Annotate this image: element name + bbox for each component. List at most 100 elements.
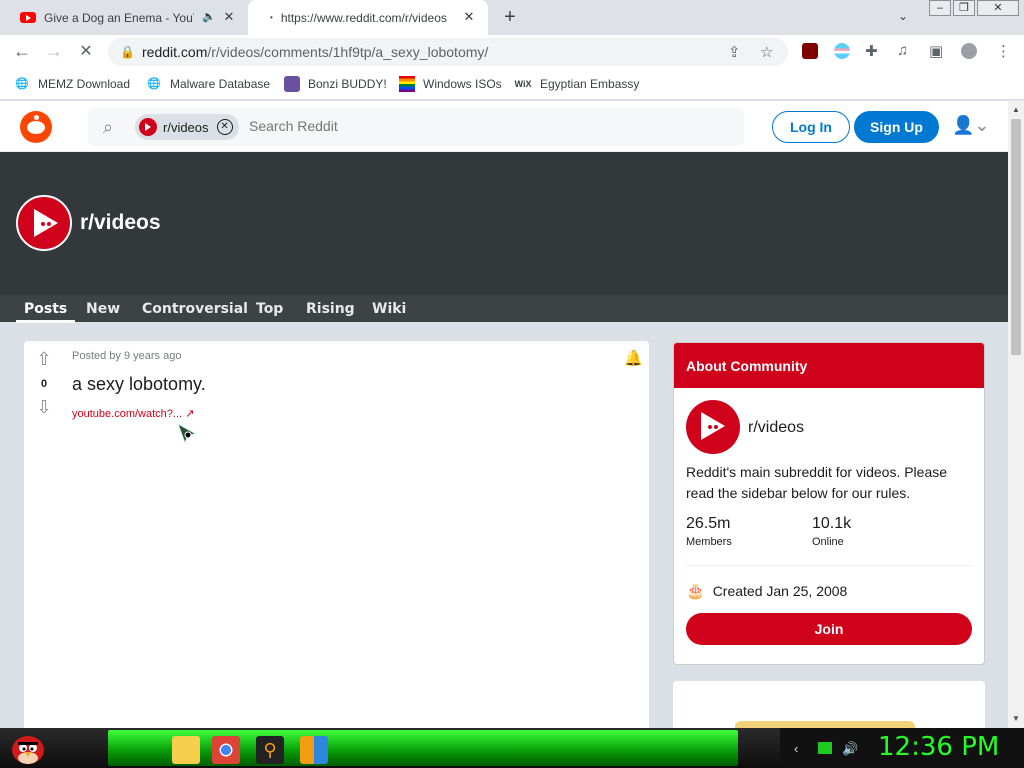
more-menu-icon[interactable]: ⋮ [996,42,1011,60]
reddit-logo-icon[interactable] [20,111,52,143]
scroll-down-icon[interactable]: ▼ [1012,714,1020,723]
sidebar-card [673,681,985,728]
ublock-icon[interactable] [802,43,818,59]
subreddit-search-chip[interactable]: r/videos ✕ [135,114,239,140]
bookmark-star-icon[interactable]: ☆ [760,43,773,61]
subreddit-banner: r/videos [0,152,1008,295]
taskbar: ⚲ ‹ 🔊 12:36 PM [0,728,1024,768]
divider [686,565,972,566]
taskbar-clock[interactable]: 12:36 PM [878,732,999,762]
members-label: Members [686,536,732,548]
online-label: Online [812,536,844,548]
bookmark-label: Malware Database [170,77,271,91]
back-arrow-icon[interactable]: ← [11,41,33,62]
card-image [735,721,915,728]
tab-new[interactable]: New [86,301,120,317]
online-count: 10.1k [812,515,852,532]
about-community-card: About Community r/videos Reddit's main s… [673,342,985,665]
bookmark-label: Windows ISOs [423,77,502,91]
scrollbar-thumb[interactable] [1011,119,1021,355]
chip-label: r/videos [163,119,209,135]
post-link[interactable]: youtube.com/watch?... ↗ [72,407,194,420]
tab-title: https://www.reddit.com/r/videos [280,10,447,25]
stop-loading-icon[interactable]: ✕ [75,41,97,61]
video-play-icon [34,209,58,237]
minimize-button[interactable]: – [929,0,951,16]
close-tab-icon[interactable]: ✕ [462,10,476,24]
speaker-icon[interactable]: 🔈 [202,10,216,23]
browser-toolbar: ← → ✕ 🔒 reddit.com/r/videos/comments/1hf… [0,35,1024,69]
bookmark-label: Egyptian Embassy [540,77,640,91]
tab-top[interactable]: Top [256,301,283,317]
media-control-icon[interactable]: ♫ [897,42,908,59]
tab-search-chevron-icon[interactable]: ⌄ [898,9,908,23]
tab-controversial[interactable]: Controversial [142,301,248,317]
page-scrollbar[interactable]: ▲ ▼ [1008,101,1024,728]
community-description: Reddit's main subreddit for videos. Plea… [686,464,948,501]
youtube-icon [20,12,36,23]
signup-button[interactable]: Sign Up [854,111,939,143]
tab-title: Give a Dog an Enema - YouT [44,10,194,25]
share-icon[interactable]: ⇪ [728,43,741,61]
volume-icon[interactable]: 🔊 [842,741,858,757]
login-button[interactable]: Log In [772,111,850,143]
start-button-angry-bird-icon[interactable] [8,728,48,768]
subreddit-avatar [16,195,72,251]
browser-tab-strip: Give a Dog an Enema - YouT 🔈 ✕ • https:/… [0,0,1024,35]
bookmark-bonzi-buddy[interactable]: Bonzi BUDDY! [284,76,387,92]
subreddit-nav: Posts New Controversial Top Rising Wiki [0,295,1008,323]
bookmark-label: Bonzi BUDDY! [308,77,387,91]
notification-bell-icon[interactable]: 🔔 [624,349,643,367]
tray-arrow-icon[interactable]: ‹ [794,741,798,756]
wix-icon: WiX [514,79,532,89]
post-card: ⇧ 0 ⇩ Posted by 9 years ago a sexy lobot… [24,341,649,728]
windows-flag-icon [399,76,415,92]
search-magnifier-icon[interactable]: ⚲ [256,736,284,764]
close-window-button[interactable]: ✕ [977,0,1019,16]
upvote-icon[interactable]: ⇧ [34,349,54,370]
bookmark-egyptian-embassy[interactable]: WiX Egyptian Embassy [514,76,640,92]
about-header: About Community [674,343,984,388]
lock-icon[interactable]: 🔒 [120,45,135,59]
extension-flag-icon[interactable] [834,43,850,59]
file-explorer-icon[interactable] [172,736,200,764]
globe-icon: 🌐 [15,78,29,90]
close-tab-icon[interactable]: ✕ [222,10,236,24]
search-icon: ⌕ [103,117,114,137]
forward-arrow-icon[interactable]: → [43,41,65,62]
reddit-header: ⌕ r/videos ✕ Log In Sign Up 👤⌄ [0,101,1008,152]
extensions-puzzle-icon[interactable]: ✚ [865,42,878,60]
profile-avatar-icon[interactable] [961,43,977,59]
subreddit-avatar [686,400,740,454]
subreddit-name: r/videos [80,211,161,234]
search-input[interactable] [249,118,729,134]
join-button[interactable]: Join [686,613,972,645]
tab-reddit[interactable]: • https://www.reddit.com/r/videos ✕ [248,0,488,35]
tab-wiki[interactable]: Wiki [372,301,406,317]
tab-youtube[interactable]: Give a Dog an Enema - YouT 🔈 ✕ [8,0,248,35]
external-link-icon: ↗ [185,408,195,420]
post-score: 0 [40,378,48,390]
url-domain: reddit.com [142,44,208,60]
bookmark-memz[interactable]: 🌐 MEMZ Download [14,76,130,92]
search-bar[interactable]: ⌕ r/videos ✕ [88,108,744,146]
maximize-button[interactable]: ❐ [953,0,975,16]
clear-chip-icon[interactable]: ✕ [216,119,233,135]
user-menu-icon[interactable]: 👤⌄ [952,115,990,136]
tab-posts[interactable]: Posts [15,301,76,323]
downvote-icon[interactable]: ⇩ [34,397,54,418]
chrome-icon[interactable] [212,736,240,764]
created-date: 🎂 Created Jan 25, 2008 [686,582,847,600]
bookmark-windows-isos[interactable]: Windows ISOs [399,76,502,92]
address-bar[interactable]: 🔒 reddit.com/r/videos/comments/1hf9tp/a_… [108,38,788,66]
new-tab-button[interactable]: + [498,6,522,29]
scroll-up-icon[interactable]: ▲ [1012,105,1020,114]
bonzi-icon [284,76,300,92]
app-icon[interactable] [300,736,328,764]
side-panel-icon[interactable]: ▣ [929,42,943,60]
bookmark-malware-database[interactable]: 🌐 Malware Database [146,76,270,92]
network-icon[interactable] [818,742,832,754]
community-name[interactable]: r/videos [748,419,804,437]
post-title[interactable]: a sexy lobotomy. [72,374,206,395]
tab-rising[interactable]: Rising [306,301,355,317]
